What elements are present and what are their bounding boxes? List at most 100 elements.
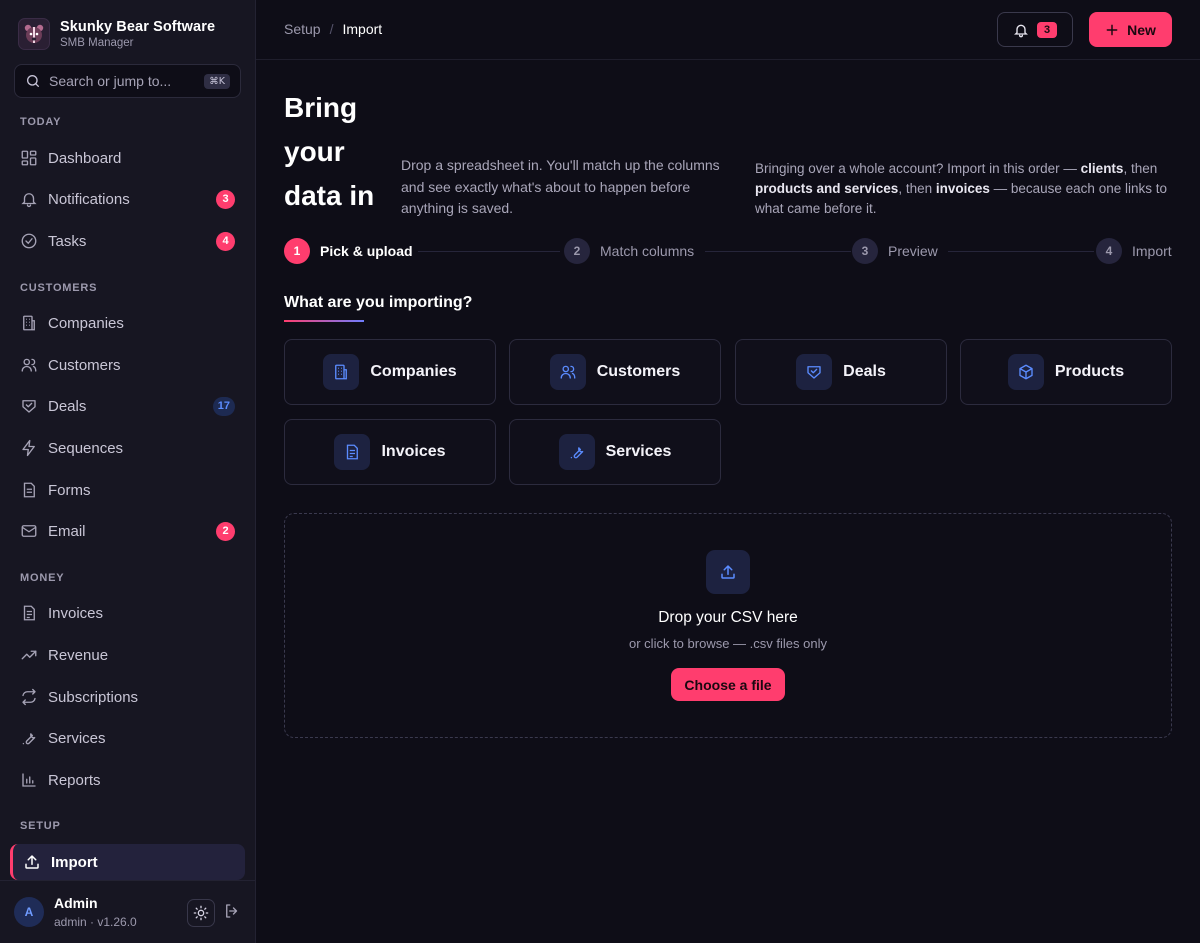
csv-dropzone[interactable]: Drop your CSV here or click to browse — … (284, 513, 1172, 738)
step-connector (948, 251, 1094, 252)
email-badge: 2 (216, 521, 235, 541)
title-underline (284, 320, 364, 322)
step-preview: 3 Preview (852, 238, 938, 264)
trending-up-icon (20, 646, 38, 664)
stepper: 1 Pick & upload 2 Match columns 3 Previe… (284, 238, 1172, 264)
sidebar-item-forms[interactable]: Forms (10, 472, 245, 508)
brand[interactable]: Skunky Bear Software SMB Manager (18, 18, 215, 50)
cube-icon (1007, 354, 1044, 390)
step-import: 4 Import (1096, 238, 1172, 264)
users-icon (549, 354, 586, 390)
notifications-badge: 3 (216, 189, 235, 209)
choose-file-button[interactable]: Choose a file (671, 668, 785, 701)
notifications-button[interactable]: 3 (997, 12, 1073, 47)
step-label: Preview (888, 243, 938, 259)
type-card-deals[interactable]: Deals (735, 339, 947, 405)
hint-clients: clients (1080, 161, 1124, 176)
breadcrumb-import: Import (342, 21, 383, 37)
repeat-icon (20, 688, 38, 706)
new-button[interactable]: New (1089, 12, 1172, 47)
hint-products: products and services (755, 181, 899, 196)
step-label: Match columns (600, 243, 695, 259)
section-money: MONEY (20, 572, 65, 584)
users-icon (20, 356, 38, 374)
theme-toggle-button[interactable] (187, 899, 215, 927)
type-card-companies[interactable]: Companies (284, 339, 496, 405)
sidebar-item-label: Deals (48, 397, 87, 415)
type-card-label: Invoices (381, 443, 446, 460)
sidebar-item-label: Subscriptions (48, 688, 139, 706)
sidebar-item-deals[interactable]: Deals 17 (10, 388, 245, 424)
bell-icon (20, 190, 38, 208)
user-name: Admin (54, 895, 98, 911)
type-card-services[interactable]: Services (509, 419, 721, 485)
bar-chart-icon (20, 771, 38, 789)
sidebar-item-label: Forms (48, 481, 91, 499)
deals-badge: 17 (212, 396, 235, 416)
sidebar-item-invoices[interactable]: Invoices (10, 595, 245, 631)
brand-name: Skunky Bear Software (60, 18, 216, 35)
invoice-icon (20, 604, 38, 622)
brand-logo-icon (18, 18, 50, 50)
step-number: 3 (852, 238, 878, 264)
hint-invoices: invoices (935, 181, 990, 196)
hint-then: , then (1123, 161, 1158, 176)
sidebar-item-import[interactable]: Import (10, 844, 245, 880)
sidebar-item-reports[interactable]: Reports (10, 762, 245, 798)
type-card-products[interactable]: Products (960, 339, 1172, 405)
upload-icon (23, 853, 41, 871)
sidebar: Skunky Bear Software SMB Manager Search … (0, 0, 256, 943)
type-card-invoices[interactable]: Invoices (284, 419, 496, 485)
plus-icon (1105, 23, 1119, 37)
document-icon (20, 481, 38, 499)
check-circle-icon (20, 232, 38, 250)
step-number: 1 (284, 238, 310, 264)
tasks-badge: 4 (216, 231, 235, 251)
step-connector (418, 251, 560, 252)
sidebar-item-email[interactable]: Email 2 (10, 513, 245, 549)
handshake-icon (20, 397, 38, 415)
section-today: TODAY (20, 116, 62, 128)
handshake-icon (796, 354, 833, 390)
hint-prefix: Bringing over a whole account? Import in… (755, 161, 1081, 176)
sidebar-item-label: Dashboard (48, 149, 122, 167)
section-title: What are you importing? (284, 294, 473, 311)
type-card-customers[interactable]: Customers (509, 339, 721, 405)
building-icon (323, 354, 360, 390)
sidebar-item-tasks[interactable]: Tasks 4 (10, 223, 245, 259)
sidebar-item-services[interactable]: Services (10, 720, 245, 756)
step-label: Pick & upload (320, 243, 413, 259)
sidebar-item-label: Revenue (48, 646, 109, 664)
dropzone-title: Drop your CSV here (658, 609, 798, 626)
logout-icon[interactable] (223, 902, 243, 922)
sidebar-item-customers[interactable]: Customers (10, 347, 245, 383)
hint-then: , then (898, 181, 936, 196)
sidebar-item-companies[interactable]: Companies (10, 305, 245, 341)
sidebar-item-notifications[interactable]: Notifications 3 (10, 181, 245, 217)
upload-icon (706, 550, 750, 594)
invoice-icon (334, 434, 371, 470)
mail-icon (20, 522, 38, 540)
avatar[interactable]: A (14, 897, 44, 927)
sun-icon (193, 905, 209, 921)
sidebar-item-label: Sequences (48, 439, 124, 457)
sidebar-item-subscriptions[interactable]: Subscriptions (10, 679, 245, 715)
search-input[interactable]: Search or jump to... ⌘K (14, 64, 241, 98)
sidebar-item-label: Notifications (48, 190, 130, 208)
new-button-label: New (1127, 21, 1156, 38)
sidebar-item-sequences[interactable]: Sequences (10, 430, 245, 466)
search-placeholder: Search or jump to... (49, 73, 172, 89)
brand-subtitle: SMB Manager (60, 36, 134, 49)
sidebar-item-label: Companies (48, 314, 124, 332)
sidebar-item-label: Tasks (48, 232, 87, 250)
dashboard-icon (20, 149, 38, 167)
breadcrumb-setup[interactable]: Setup (284, 21, 321, 37)
notification-count: 3 (1037, 21, 1057, 38)
section-setup: SETUP (20, 820, 61, 832)
building-icon (20, 314, 38, 332)
page-description: Drop a spreadsheet in. You'll match up t… (401, 157, 720, 216)
wrench-icon (558, 434, 595, 470)
sidebar-item-label: Import (51, 853, 98, 871)
sidebar-item-dashboard[interactable]: Dashboard (10, 140, 245, 176)
sidebar-item-revenue[interactable]: Revenue (10, 637, 245, 673)
